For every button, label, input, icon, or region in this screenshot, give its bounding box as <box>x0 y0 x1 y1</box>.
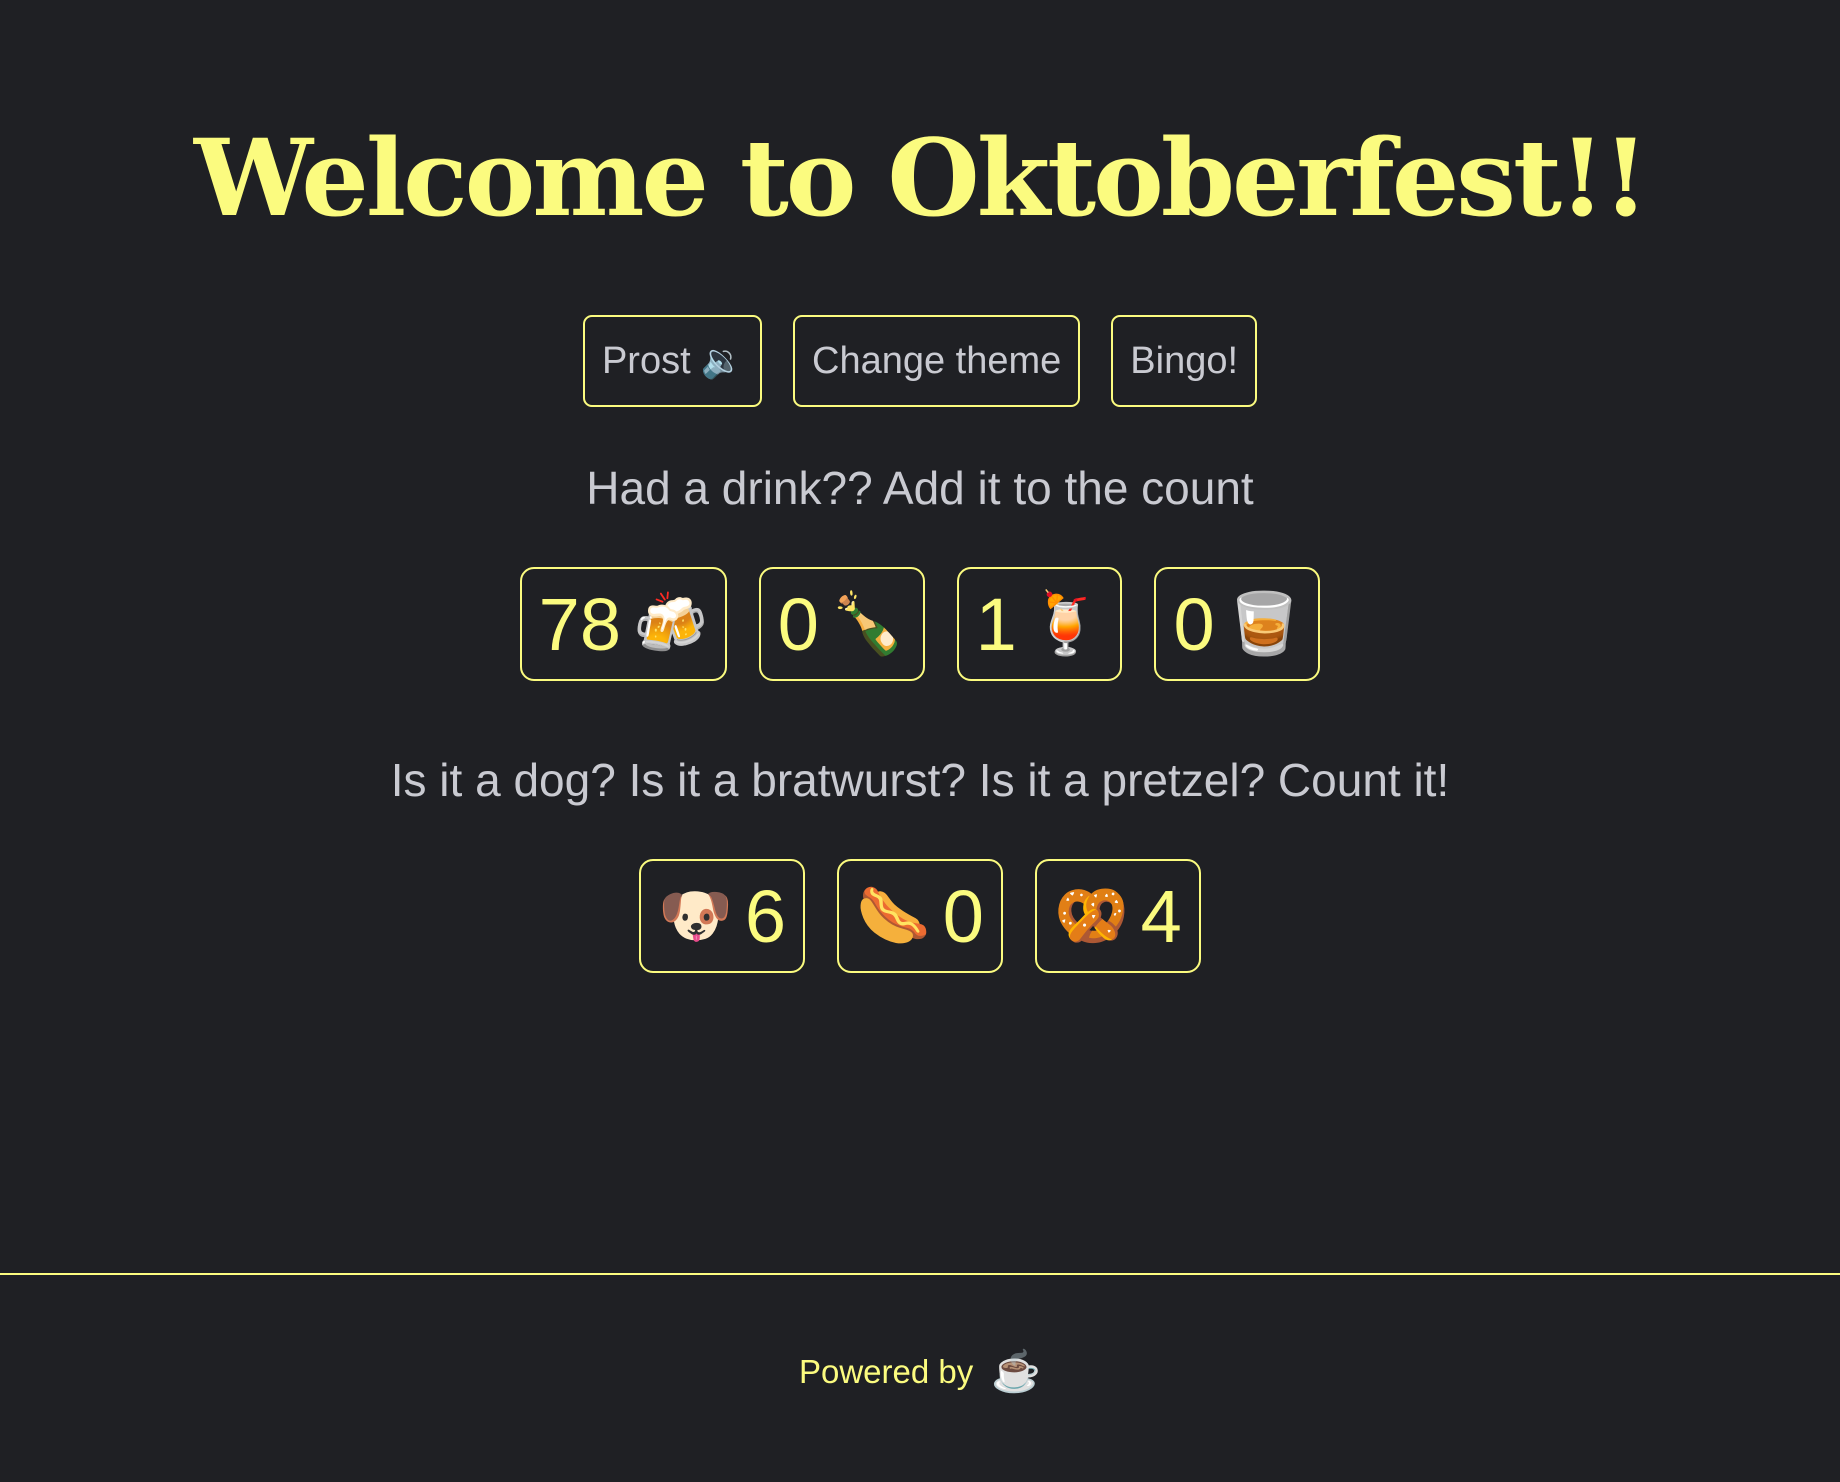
champagne-counter-button[interactable]: 0 🍾 <box>758 567 925 681</box>
change-theme-button[interactable]: Change theme <box>793 315 1081 407</box>
champagne-bottle-icon: 🍾 <box>830 590 906 657</box>
food-counters: 🐶 6 🌭 0 🥨 4 <box>0 859 1840 973</box>
change-theme-button-label: Change theme <box>812 339 1062 382</box>
bratwurst-count: 0 <box>942 874 984 958</box>
whisky-counter-button[interactable]: 0 🥃 <box>1154 567 1321 681</box>
beer-counter-button[interactable]: 78 🍻 <box>519 567 727 681</box>
bingo-button-label: Bingo! <box>1130 339 1239 382</box>
pretzel-counter-button[interactable]: 🥨 4 <box>1034 859 1201 973</box>
tumbler-glass-icon: 🥃 <box>1226 590 1302 657</box>
dog-counter-button[interactable]: 🐶 6 <box>639 859 806 973</box>
pretzel-count: 4 <box>1140 874 1182 958</box>
page-title: Welcome to Oktoberfest!! <box>193 115 1649 240</box>
speaker-icon: 🔉 <box>700 342 743 380</box>
dog-icon: 🐶 <box>658 882 733 949</box>
drinks-prompt: Had a drink?? Add it to the count <box>586 462 1254 514</box>
beer-count: 78 <box>538 582 621 666</box>
tropical-drink-icon: 🍹 <box>1028 590 1104 657</box>
whisky-count: 0 <box>1173 582 1215 666</box>
cocktail-counter-button[interactable]: 1 🍹 <box>956 567 1123 681</box>
prost-button[interactable]: Prost 🔉 <box>582 315 762 407</box>
champagne-count: 0 <box>777 582 819 666</box>
action-buttons: Prost 🔉 Change theme Bingo! <box>0 315 1840 407</box>
prost-button-label: Prost <box>601 339 691 382</box>
coffee-icon: ☕ <box>991 1350 1042 1394</box>
drink-counters: 78 🍻 0 🍾 1 🍹 0 🥃 <box>0 567 1840 681</box>
cocktail-count: 1 <box>975 582 1017 666</box>
bingo-button[interactable]: Bingo! <box>1111 315 1258 407</box>
footer-divider <box>0 1273 1840 1275</box>
footer-text: Powered by <box>798 1352 974 1390</box>
food-prompt: Is it a dog? Is it a bratwurst? Is it a … <box>390 754 1450 806</box>
dog-count: 6 <box>744 874 787 958</box>
footer: Powered by ☕ <box>0 1348 1840 1395</box>
pretzel-icon: 🥨 <box>1053 882 1129 949</box>
bratwurst-counter-button[interactable]: 🌭 0 <box>837 859 1003 973</box>
hotdog-icon: 🌭 <box>856 882 931 949</box>
beer-mugs-icon: 🍻 <box>632 590 708 657</box>
